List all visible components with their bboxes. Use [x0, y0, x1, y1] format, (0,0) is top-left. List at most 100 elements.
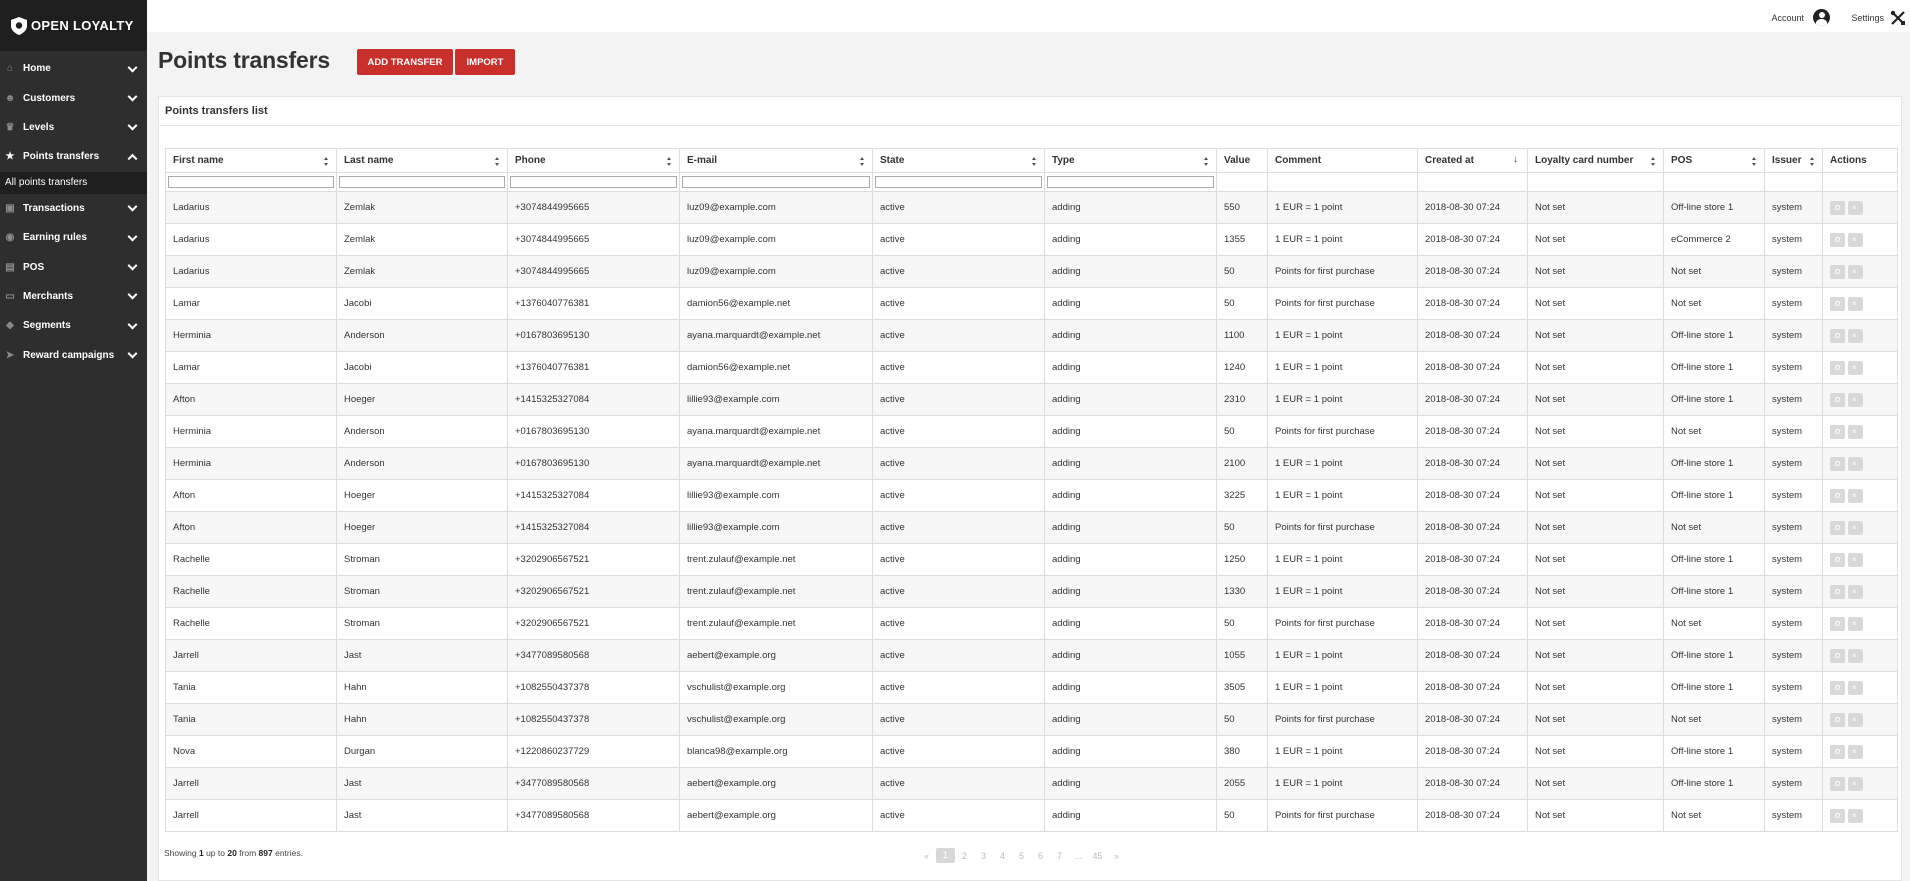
pagination-page[interactable]: 6	[1031, 851, 1050, 861]
cell-last-name: Jast	[336, 767, 508, 800]
sidebar-item-earning-rules[interactable]: ◉ Earning rules	[0, 223, 147, 252]
cell-phone: +0167803695130	[507, 447, 680, 480]
cancel-button[interactable]: ×	[1848, 328, 1863, 343]
column-header-type[interactable]: Type	[1044, 148, 1217, 173]
pagination-page[interactable]: 5	[1012, 851, 1031, 861]
cancel-button[interactable]: ×	[1848, 232, 1863, 247]
view-button[interactable]	[1830, 488, 1845, 503]
column-header-phone[interactable]: Phone	[507, 148, 680, 173]
cancel-button[interactable]: ×	[1848, 744, 1863, 759]
table-row: Afton Hoeger +1415325327084 lillie93@exampl…	[165, 511, 1898, 544]
filter-input-phone[interactable]	[510, 176, 677, 188]
cancel-button[interactable]: ×	[1848, 360, 1863, 375]
view-button[interactable]	[1830, 232, 1845, 247]
pagination-page[interactable]: 1	[936, 848, 955, 863]
column-header-issuer[interactable]: Issuer	[1764, 148, 1823, 173]
column-header-first-name[interactable]: First name	[165, 148, 337, 173]
cancel-button[interactable]: ×	[1848, 552, 1863, 567]
pagination-page[interactable]: 45	[1088, 851, 1107, 861]
pagination-page[interactable]: 7	[1050, 851, 1069, 861]
cancel-button[interactable]: ×	[1848, 584, 1863, 599]
view-button[interactable]	[1830, 424, 1845, 439]
add-transfer-button[interactable]: ADD TRANSFER	[357, 49, 453, 75]
filter-input-e-mail[interactable]	[682, 176, 870, 188]
filter-input-last-name[interactable]	[339, 176, 505, 188]
sidebar-item-levels[interactable]: ♛ Levels	[0, 113, 147, 142]
sidebar-subitem-all-points-transfers[interactable]: All points transfers	[0, 171, 147, 194]
sidebar-item-pos[interactable]: ▤ POS	[0, 252, 147, 281]
column-header-last-name[interactable]: Last name	[336, 148, 508, 173]
column-header-pos[interactable]: POS	[1663, 148, 1765, 173]
column-header-e-mail[interactable]: E-mail	[679, 148, 873, 173]
cancel-button[interactable]: ×	[1848, 616, 1863, 631]
import-button[interactable]: IMPORT	[455, 49, 515, 75]
sidebar-item-reward-campaigns[interactable]: ➤ Reward campaigns	[0, 341, 147, 370]
column-header-created-at[interactable]: Created at ↓	[1417, 148, 1528, 173]
view-button[interactable]	[1830, 296, 1845, 311]
pagination-page[interactable]: 3	[974, 851, 993, 861]
view-button[interactable]	[1830, 744, 1845, 759]
view-button[interactable]	[1830, 776, 1845, 791]
cancel-button[interactable]: ×	[1848, 392, 1863, 407]
cell-actions: ×	[1822, 447, 1898, 480]
cell-actions: ×	[1822, 223, 1898, 256]
sidebar-item-merchants[interactable]: ▭ Merchants	[0, 282, 147, 311]
cell-actions: ×	[1822, 255, 1898, 288]
brand-logo[interactable]: OPEN LOYALTY	[0, 0, 147, 51]
search-icon	[1835, 684, 1840, 690]
cancel-button[interactable]: ×	[1848, 648, 1863, 663]
view-button[interactable]	[1830, 680, 1845, 695]
view-button[interactable]	[1830, 200, 1845, 215]
sidebar-item-points-transfers[interactable]: ★ Points transfers	[0, 142, 147, 171]
view-button[interactable]	[1830, 520, 1845, 535]
filter-input-state[interactable]	[875, 176, 1042, 188]
sidebar-item-home[interactable]: ⌂ Home	[0, 54, 147, 83]
sidebar-item-transactions[interactable]: ▣ Transactions	[0, 194, 147, 223]
cancel-button[interactable]: ×	[1848, 200, 1863, 215]
view-button[interactable]	[1830, 808, 1845, 823]
cancel-button[interactable]: ×	[1848, 296, 1863, 311]
view-button[interactable]	[1830, 456, 1845, 471]
column-header-loyalty-card-number[interactable]: Loyalty card number	[1527, 148, 1664, 173]
cancel-button[interactable]: ×	[1848, 264, 1863, 279]
sidebar-item-customers[interactable]: ☻ Customers	[0, 83, 147, 112]
pagination-page[interactable]: 2	[955, 851, 974, 861]
table-row: Nova Durgan +1220860237729 blanca98@example…	[165, 735, 1898, 768]
cancel-button[interactable]: ×	[1848, 712, 1863, 727]
sidebar-item-segments[interactable]: ◆ Segments	[0, 311, 147, 340]
column-header-state[interactable]: State	[872, 148, 1045, 173]
view-button[interactable]	[1830, 360, 1845, 375]
view-button[interactable]	[1830, 264, 1845, 279]
cell-type: adding	[1044, 735, 1217, 768]
brand-name: OPEN LOYALTY	[31, 18, 134, 33]
view-button[interactable]	[1830, 584, 1845, 599]
cancel-button[interactable]: ×	[1848, 776, 1863, 791]
cancel-button[interactable]: ×	[1848, 488, 1863, 503]
cell-pos: Not set	[1663, 415, 1765, 448]
cancel-button[interactable]: ×	[1848, 424, 1863, 439]
filter-input-first-name[interactable]	[168, 176, 334, 188]
table-row: Herminia Anderson +0167803695130 ayana.marq…	[165, 447, 1898, 480]
cancel-button[interactable]: ×	[1848, 808, 1863, 823]
settings-menu[interactable]: Settings	[1851, 10, 1906, 26]
cell-issuer: system	[1764, 223, 1823, 256]
view-button[interactable]	[1830, 616, 1845, 631]
cell-phone: +1415325327084	[507, 479, 680, 512]
view-button[interactable]	[1830, 328, 1845, 343]
cell-created-at: 2018-08-30 07:24	[1417, 447, 1528, 480]
pagination-next[interactable]: »	[1107, 851, 1126, 861]
cancel-button[interactable]: ×	[1848, 520, 1863, 535]
cancel-button[interactable]: ×	[1848, 680, 1863, 695]
view-button[interactable]	[1830, 392, 1845, 407]
filter-input-type[interactable]	[1047, 176, 1214, 188]
pagination-prev[interactable]: «	[917, 851, 936, 861]
pagination-page[interactable]: 4	[993, 851, 1012, 861]
cell-type: adding	[1044, 255, 1217, 288]
view-button[interactable]	[1830, 552, 1845, 567]
search-icon	[1835, 716, 1840, 722]
view-button[interactable]	[1830, 712, 1845, 727]
users-icon: ☻	[4, 92, 16, 104]
view-button[interactable]	[1830, 648, 1845, 663]
account-menu[interactable]: Account	[1771, 9, 1830, 26]
cancel-button[interactable]: ×	[1848, 456, 1863, 471]
